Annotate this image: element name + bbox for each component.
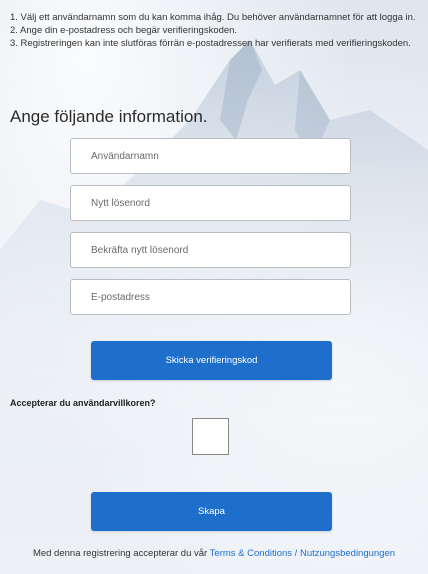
confirm-password-field[interactable] (70, 232, 351, 268)
username-field[interactable] (70, 138, 351, 174)
terms-link[interactable]: Terms & Conditions / Nutzungsbedingungen (210, 548, 395, 559)
email-input[interactable] (89, 290, 350, 304)
new-password-input[interactable] (89, 196, 350, 210)
footer-text: Med denna registrering accepterar du vår (32, 548, 210, 559)
instruction-step-3: 3. Registreringen kan inte slutföras för… (10, 38, 411, 49)
page-title: Ange följande information. (10, 107, 208, 126)
instructions: 1. Välj ett användarnamn som du kan komm… (10, 11, 420, 50)
accept-terms-checkbox[interactable] (192, 418, 229, 455)
confirm-password-input[interactable] (89, 243, 350, 257)
new-password-field[interactable] (70, 185, 351, 221)
footer: Med denna registrering accepterar du vår… (0, 547, 428, 560)
create-button[interactable]: Skapa (91, 492, 332, 531)
instruction-step-2: 2. Ange din e-postadress och begär verif… (10, 25, 238, 36)
instruction-step-1: 1. Välj ett användarnamn som du kan komm… (10, 12, 416, 23)
terms-question-label: Accepterar du användarvillkoren? (10, 398, 156, 408)
username-input[interactable] (89, 149, 350, 163)
send-verification-code-button[interactable]: Skicka verifieringskod (91, 341, 332, 380)
email-field[interactable] (70, 279, 351, 315)
